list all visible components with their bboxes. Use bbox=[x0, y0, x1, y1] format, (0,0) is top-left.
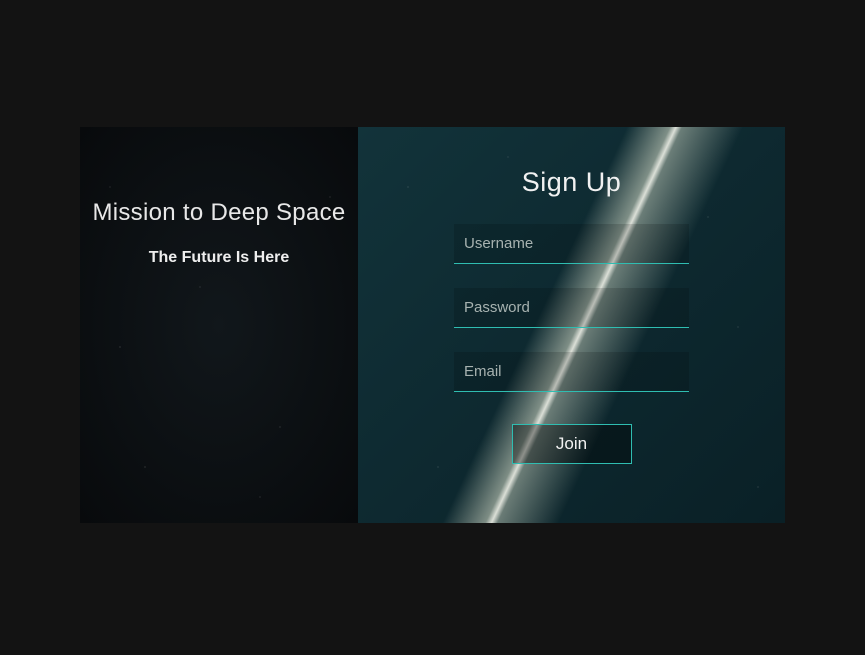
password-input[interactable] bbox=[454, 288, 689, 328]
signup-form: Join bbox=[454, 224, 689, 464]
hero-title: Mission to Deep Space bbox=[80, 199, 358, 227]
form-heading: Sign Up bbox=[522, 167, 622, 198]
hero-subtitle: The Future Is Here bbox=[80, 249, 358, 267]
join-button[interactable]: Join bbox=[512, 424, 632, 464]
email-input[interactable] bbox=[454, 352, 689, 392]
hero-panel: Mission to Deep Space The Future Is Here bbox=[80, 127, 358, 523]
username-input[interactable] bbox=[454, 224, 689, 264]
signup-card: Mission to Deep Space The Future Is Here… bbox=[80, 127, 785, 523]
form-panel: Sign Up Join bbox=[358, 127, 785, 523]
